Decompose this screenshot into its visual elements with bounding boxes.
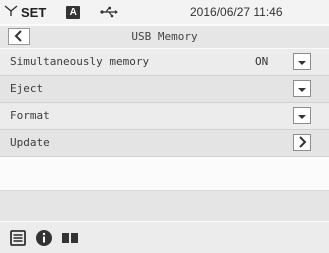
status-datetime: 2016/06/27 11:46 [190,5,283,19]
dropdown-button[interactable] [293,80,311,97]
menu-item-format[interactable]: Format [0,103,329,130]
chevron-right-icon [297,133,307,152]
list-icon[interactable] [10,230,26,246]
navigate-button[interactable] [293,134,311,151]
menu-item-label: Format [10,109,50,122]
chevron-down-icon [297,106,307,125]
menu-item-simultaneously-memory[interactable]: Simultaneously memory ON [0,49,329,76]
book-icon[interactable] [61,231,79,245]
bottom-toolbar [0,222,329,253]
auto-mode-icon: A [66,5,81,19]
menu-item-label: Eject [10,82,44,95]
status-mode: SET [21,4,47,20]
status-bar: SET A 2016/06/27 11:46 [0,0,329,24]
signal-icon [4,3,18,22]
dropdown-button[interactable] [293,53,311,70]
status-left: SET [0,3,46,22]
menu-item-label: Simultaneously memory [10,55,150,68]
menu-item-value: ON [255,55,269,68]
chevron-down-icon [297,79,307,98]
menu-item-eject[interactable]: Eject [0,76,329,103]
title-bar: USB Memory [0,26,329,48]
dropdown-button[interactable] [293,107,311,124]
usb-icon [100,6,119,18]
info-icon[interactable] [35,229,53,247]
menu-item-label: Update [10,136,50,149]
menu-item-update[interactable]: Update [0,130,329,157]
page-title: USB Memory [131,30,198,43]
empty-row [0,190,329,221]
chevron-down-icon [297,52,307,71]
settings-menu: Simultaneously memory ON Eject Format Up… [0,49,329,157]
